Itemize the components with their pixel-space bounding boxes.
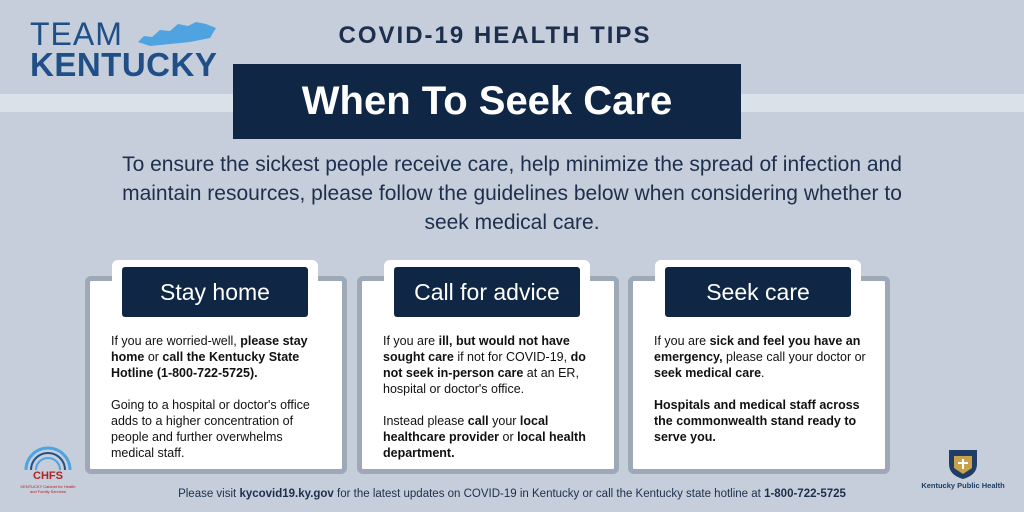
text-run: if not for COVID-19, — [453, 350, 571, 364]
card-paragraph-2: Hospitals and medical staff across the c… — [654, 397, 871, 445]
card-call-for-advice: Call for advice If you are ill, but woul… — [357, 260, 619, 477]
card-label: Call for advice — [394, 267, 580, 317]
text-run: or — [144, 350, 163, 364]
text-run: If you are worried-well, — [111, 334, 241, 348]
text-run: please call your doctor or — [722, 350, 866, 364]
chfs-name: CHFS — [33, 470, 63, 482]
text-run: seek medical care — [654, 366, 762, 380]
text-run: If you are — [654, 334, 710, 348]
card-body: If you are worried-well, please stay hom… — [111, 333, 328, 477]
footer-text: Please visit kycovid19.ky.gov for the la… — [0, 488, 1024, 500]
text-run: or — [499, 430, 518, 444]
card-paragraph-1: If you are sick and feel you have an eme… — [654, 333, 871, 381]
text-run: your — [488, 414, 520, 428]
text-run: If you are — [383, 334, 439, 348]
card-body: If you are ill, but would not have sough… — [383, 333, 600, 477]
logo-kentucky-text: KENTUCKY — [30, 46, 218, 83]
card-label: Stay home — [122, 267, 308, 317]
text-run: . — [761, 366, 765, 380]
text-run: Instead please — [383, 414, 468, 428]
intro-text: To ensure the sickest people receive car… — [122, 153, 902, 234]
text-run: Please visit — [178, 488, 240, 500]
text-run: call — [467, 414, 489, 428]
page-subtitle: COVID-19 HEALTH TIPS — [338, 22, 652, 49]
team-kentucky-logo: TEAM KENTUCKY — [30, 16, 230, 83]
card-paragraph-2: Instead please call your local healthcar… — [383, 413, 600, 461]
card-label: Seek care — [665, 267, 851, 317]
text-run: 1-800-722-5725 — [764, 488, 846, 500]
shield-icon — [949, 450, 977, 479]
card-paragraph-1: If you are worried-well, please stay hom… — [111, 333, 328, 381]
text-run: kycovid19.ky.gov — [239, 488, 334, 500]
text-run: for the latest updates on COVID-19 in Ke… — [333, 488, 765, 500]
card-seek-care: Seek care If you are sick and feel you h… — [628, 260, 890, 474]
card-body: If you are sick and feel you have an eme… — [654, 333, 871, 461]
text-run: Hospitals and medical staff across the c… — [654, 398, 860, 444]
page-title: When To Seek Care — [233, 64, 741, 139]
card-stay-home: Stay home If you are worried-well, pleas… — [85, 260, 347, 477]
card-paragraph-1: If you are ill, but would not have sough… — [383, 333, 600, 397]
card-paragraph-2: Going to a hospital or doctor's office a… — [111, 397, 328, 461]
text-run: Going to a hospital or doctor's office a… — [111, 398, 310, 460]
